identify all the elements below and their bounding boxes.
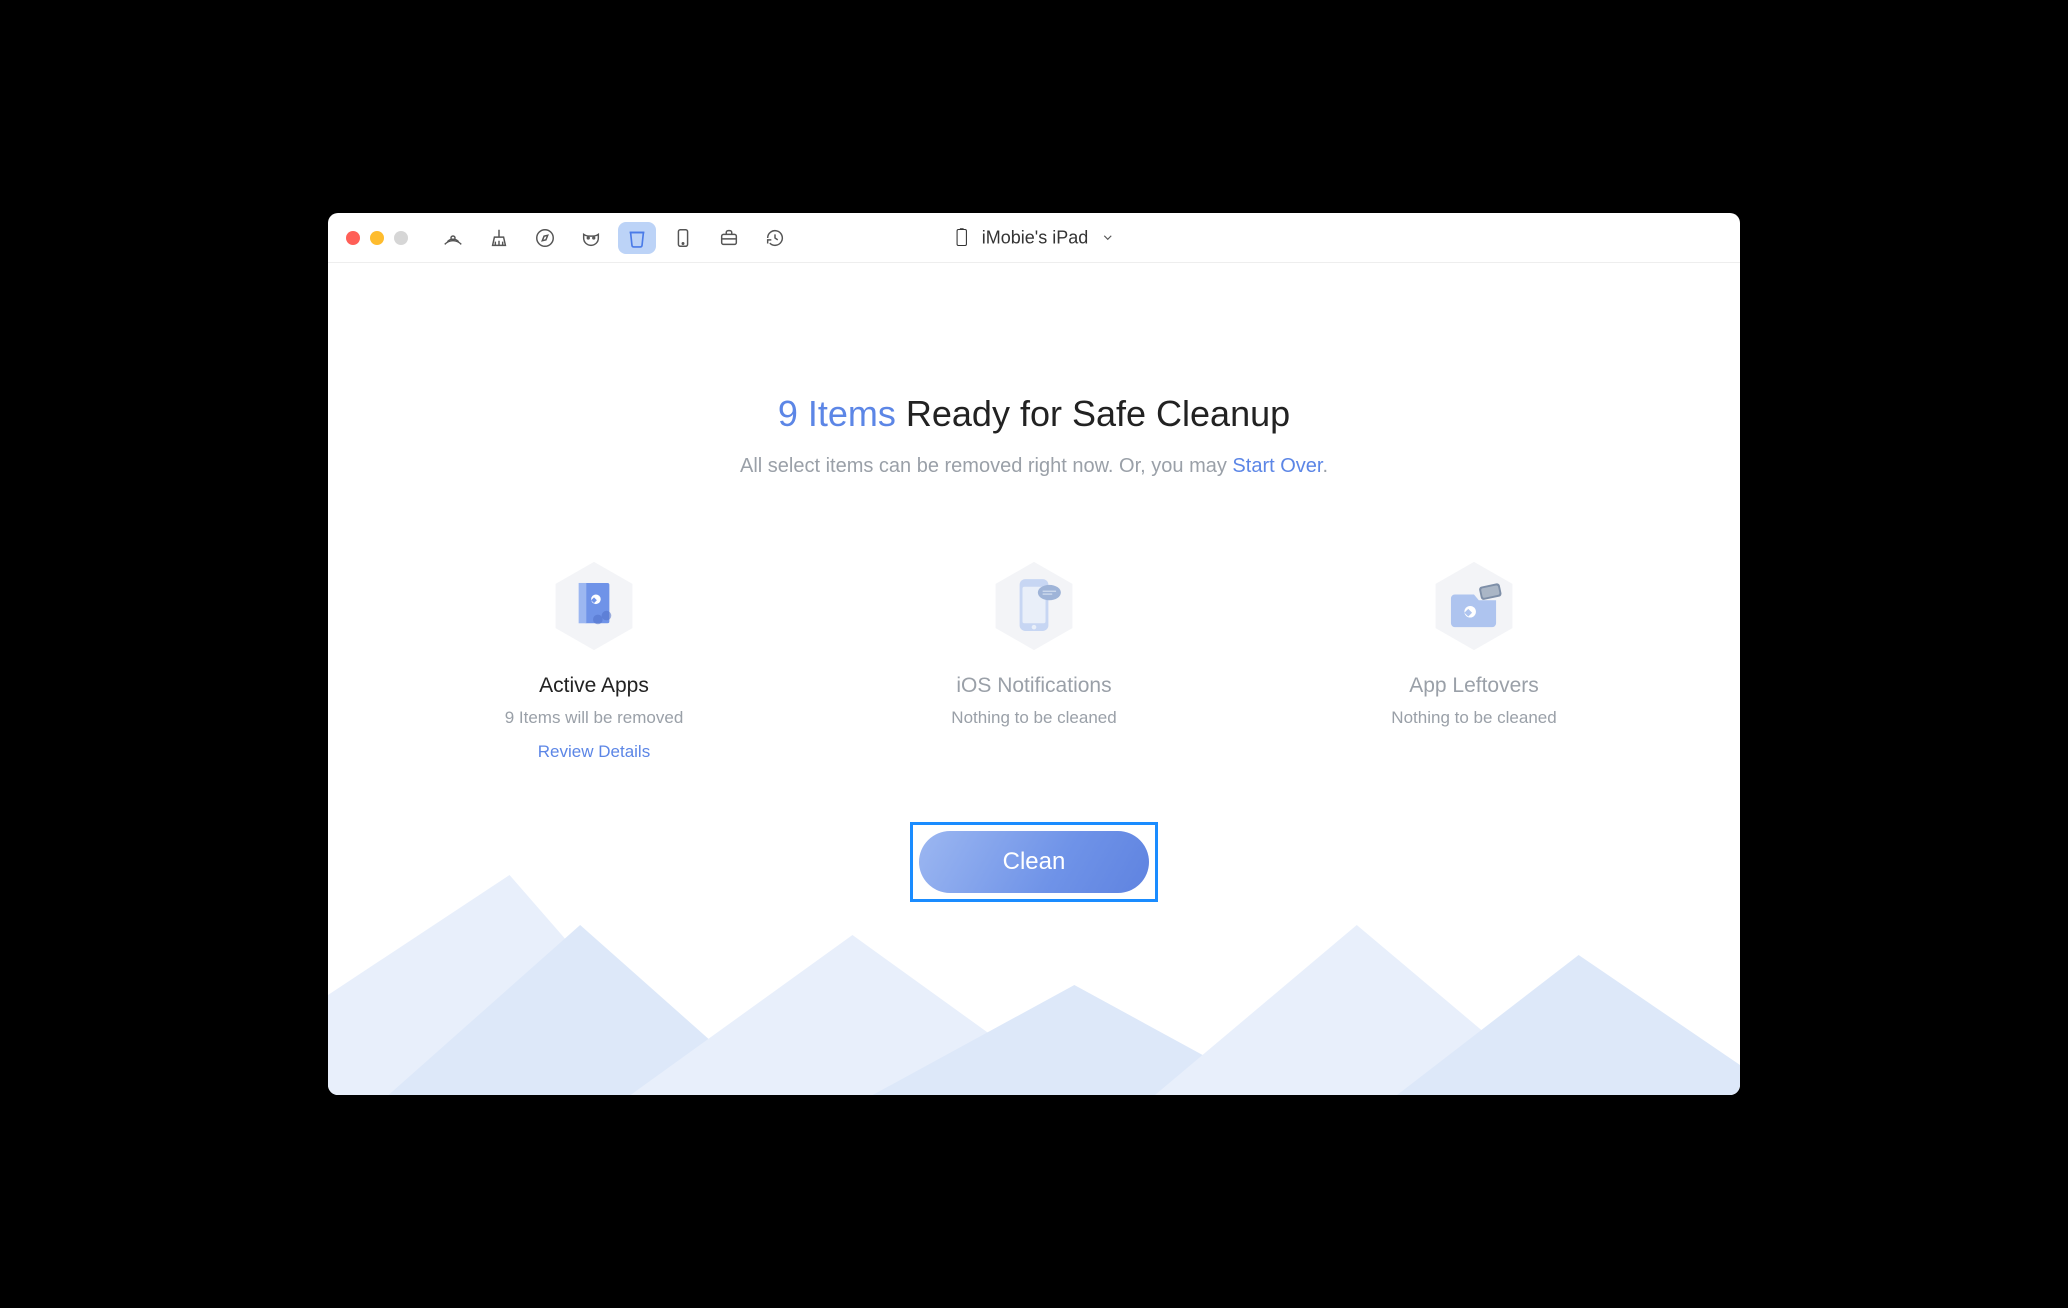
card-app-leftovers-sub: Nothing to be cleaned (1391, 708, 1556, 728)
subline-before: All select items can be removed right no… (740, 455, 1232, 477)
card-ios-notifications-title: iOS Notifications (956, 674, 1111, 698)
card-app-leftovers: App Leftovers Nothing to be cleaned (1344, 558, 1604, 762)
app-window: iMobie's iPad 9 Items Ready for Safe Cle… (328, 213, 1740, 1095)
briefcase-icon[interactable] (710, 222, 748, 254)
phone-icon (954, 228, 970, 248)
window-controls (346, 231, 408, 245)
active-apps-icon (546, 558, 642, 654)
device-icon[interactable] (664, 222, 702, 254)
card-active-apps-sub: 9 Items will be removed (505, 708, 684, 728)
card-ios-notifications: iOS Notifications Nothing to be cleaned (904, 558, 1164, 762)
mask-icon[interactable] (572, 222, 610, 254)
card-active-apps: Active Apps 9 Items will be removed Revi… (464, 558, 724, 762)
titlebar: iMobie's iPad (328, 213, 1740, 263)
compass-icon[interactable] (526, 222, 564, 254)
main-content: 9 Items Ready for Safe Cleanup All selec… (328, 263, 1740, 1095)
ios-notifications-icon (986, 558, 1082, 654)
headline: 9 Items Ready for Safe Cleanup (778, 393, 1290, 435)
review-details-link[interactable]: Review Details (538, 742, 650, 762)
headline-rest: Ready for Safe Cleanup (896, 393, 1290, 434)
broom-icon[interactable] (480, 222, 518, 254)
airdrop-icon[interactable] (434, 222, 472, 254)
toolbar (434, 222, 794, 254)
headline-accent: 9 Items (778, 393, 896, 434)
subline-after: . (1322, 455, 1328, 477)
minimize-window-button[interactable] (370, 231, 384, 245)
card-app-leftovers-title: App Leftovers (1409, 674, 1539, 698)
device-name: iMobie's iPad (982, 227, 1089, 248)
card-ios-notifications-sub: Nothing to be cleaned (951, 708, 1116, 728)
card-active-apps-title: Active Apps (539, 674, 649, 698)
cards-row: Active Apps 9 Items will be removed Revi… (464, 558, 1604, 762)
chevron-down-icon (1100, 231, 1114, 245)
clean-button[interactable]: Clean (919, 831, 1149, 893)
device-selector[interactable]: iMobie's iPad (954, 227, 1115, 248)
maximize-window-button[interactable] (394, 231, 408, 245)
clean-button-highlight: Clean (910, 822, 1158, 902)
app-leftovers-icon (1426, 558, 1522, 654)
trash-icon[interactable] (618, 222, 656, 254)
start-over-link[interactable]: Start Over (1232, 455, 1322, 477)
close-window-button[interactable] (346, 231, 360, 245)
subline: All select items can be removed right no… (740, 455, 1328, 478)
history-icon[interactable] (756, 222, 794, 254)
